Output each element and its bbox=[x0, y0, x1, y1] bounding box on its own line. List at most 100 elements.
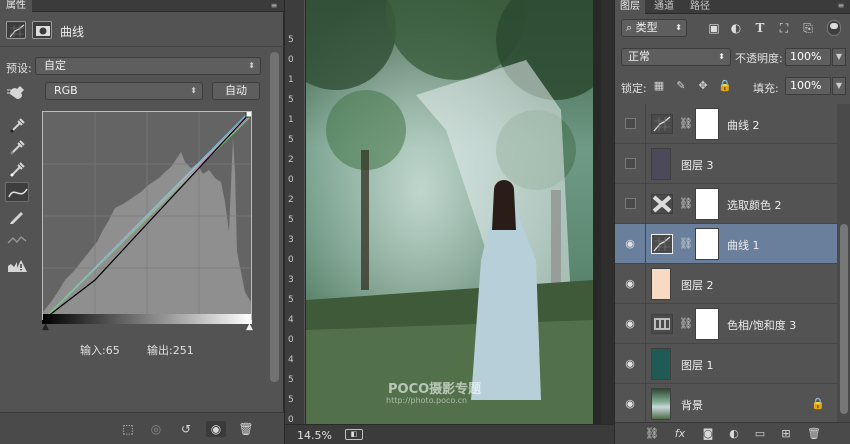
chevron-down-icon[interactable]: ▼ bbox=[832, 48, 846, 66]
visibility-eye-icon[interactable]: ◉ bbox=[623, 358, 637, 370]
opacity-input[interactable]: 100% bbox=[785, 48, 831, 66]
pixel-filter-icon[interactable]: ▣ bbox=[705, 19, 723, 37]
fill-input[interactable]: 100% bbox=[785, 77, 831, 95]
smooth-curve-icon[interactable] bbox=[5, 230, 29, 250]
layer-row[interactable]: 图层 3 bbox=[615, 144, 837, 184]
auto-button[interactable]: 自动 bbox=[212, 82, 260, 100]
clipping-warning-icon[interactable] bbox=[5, 256, 29, 276]
preset-dropdown[interactable]: 自定 ⬍ bbox=[35, 57, 261, 75]
layer-row[interactable]: ◉ 图层 1 bbox=[615, 344, 837, 384]
black-slider-icon[interactable]: ▲ bbox=[42, 322, 49, 332]
ruler-number: 0 bbox=[288, 175, 294, 185]
layer-thumbnail[interactable] bbox=[651, 348, 671, 380]
layer-row[interactable]: ◉ 图层 2 bbox=[615, 264, 837, 304]
on-image-adjust-icon[interactable] bbox=[5, 82, 29, 102]
hue-saturation-icon[interactable] bbox=[651, 314, 673, 334]
visibility-eye-icon[interactable]: ◉ bbox=[623, 278, 637, 290]
document-image[interactable]: POCO摄影专题 http://photo.poco.cn bbox=[306, 0, 593, 424]
white-point-eyedropper-icon[interactable] bbox=[5, 158, 29, 178]
reset-icon[interactable]: ↺ bbox=[176, 421, 196, 437]
zoom-level[interactable]: 14.5% bbox=[297, 429, 332, 442]
curve-edit-icon[interactable] bbox=[5, 182, 29, 202]
ruler-number: 3 bbox=[288, 275, 294, 285]
type-filter-icon[interactable]: T bbox=[751, 19, 769, 37]
lock-label: 锁定: bbox=[621, 82, 647, 95]
trash-icon[interactable]: 🗑 bbox=[236, 421, 256, 437]
gray-point-eyedropper-icon[interactable] bbox=[5, 136, 29, 156]
layer-row[interactable]: ◉ ⛓ 色相/饱和度 3 bbox=[615, 304, 837, 344]
scrollbar-thumb[interactable] bbox=[840, 224, 848, 414]
chevron-down-icon[interactable]: ▼ bbox=[832, 77, 846, 95]
filter-toggle[interactable] bbox=[827, 20, 841, 36]
layer-row[interactable]: ⛓ 曲线 2 bbox=[615, 104, 837, 144]
new-group-icon[interactable]: ▭ bbox=[751, 426, 769, 442]
clip-to-layer-icon[interactable]: ⬚ bbox=[118, 421, 138, 437]
lock-image-icon[interactable]: ✎ bbox=[673, 78, 689, 94]
mask-icon[interactable] bbox=[32, 21, 52, 39]
ruler-number: 5 bbox=[288, 375, 294, 385]
adjustment-filter-icon[interactable]: ◐ bbox=[727, 19, 745, 37]
visibility-toggle[interactable] bbox=[625, 198, 636, 209]
curves-adjustment-icon[interactable] bbox=[6, 21, 26, 39]
trash-icon[interactable]: 🗑 bbox=[805, 426, 823, 442]
panel-menu-icon[interactable]: ≡ bbox=[268, 1, 280, 11]
selective-color-icon[interactable] bbox=[651, 194, 673, 214]
ruler-number: 0 bbox=[288, 335, 294, 345]
lock-position-icon[interactable]: ✥ bbox=[695, 78, 711, 94]
view-previous-icon[interactable]: ◎ bbox=[146, 421, 166, 437]
black-point-eyedropper-icon[interactable] bbox=[5, 114, 29, 134]
layer-filter-dropdown[interactable]: ⌕ 类型 ⬍ bbox=[621, 19, 687, 37]
properties-scrollbar[interactable] bbox=[270, 52, 279, 382]
visibility-eye-icon[interactable]: ◉ bbox=[206, 421, 226, 437]
link-icon[interactable]: ⛓ bbox=[679, 116, 693, 132]
curves-icon[interactable] bbox=[651, 114, 673, 134]
tab-properties[interactable]: 属性 bbox=[0, 0, 32, 12]
ruler-number: 1 bbox=[288, 75, 294, 85]
link-layers-icon[interactable]: ⛓ bbox=[643, 426, 661, 442]
layer-mask-thumbnail[interactable] bbox=[695, 108, 719, 140]
add-mask-icon[interactable]: ◙ bbox=[699, 426, 717, 442]
visibility-eye-icon[interactable]: ◉ bbox=[623, 238, 637, 250]
layer-thumbnail[interactable] bbox=[651, 388, 671, 420]
fx-icon[interactable]: fx bbox=[671, 426, 689, 442]
new-adjustment-icon[interactable]: ◐ bbox=[725, 426, 743, 442]
scrollbar-thumb[interactable] bbox=[270, 52, 279, 382]
canvas-scrollbar[interactable] bbox=[601, 0, 614, 424]
tab-paths[interactable]: 路径 bbox=[685, 0, 715, 14]
white-slider-icon[interactable]: ▲ bbox=[246, 322, 253, 332]
layer-row[interactable]: ◉ ⛓ 曲线 1 bbox=[615, 224, 837, 264]
divider bbox=[645, 384, 646, 424]
layer-mask-thumbnail[interactable] bbox=[695, 308, 719, 340]
layer-row[interactable]: ◉ 背景 🔒 bbox=[615, 384, 837, 424]
link-icon[interactable]: ⛓ bbox=[679, 316, 693, 332]
curve-control-point[interactable] bbox=[245, 110, 253, 118]
link-icon[interactable]: ⛓ bbox=[679, 196, 693, 212]
watermark: POCO摄影专题 bbox=[388, 382, 482, 397]
layer-thumbnail[interactable] bbox=[651, 268, 671, 300]
tab-layers[interactable]: 图层 bbox=[615, 0, 645, 14]
layer-mask-thumbnail[interactable] bbox=[695, 188, 719, 220]
document-info-icon[interactable]: ◧ bbox=[345, 429, 363, 440]
panel-menu-icon[interactable]: ≡ bbox=[835, 1, 847, 11]
lock-all-icon[interactable]: 🔒 bbox=[717, 78, 733, 94]
pencil-icon[interactable] bbox=[5, 206, 29, 226]
channel-dropdown[interactable]: RGB ⬍ bbox=[45, 82, 203, 100]
visibility-toggle[interactable] bbox=[625, 118, 636, 129]
layers-scrollbar[interactable] bbox=[837, 104, 850, 422]
shape-filter-icon[interactable]: ⛶ bbox=[775, 19, 793, 37]
link-icon[interactable]: ⛓ bbox=[679, 236, 693, 252]
lock-transparency-icon[interactable]: ▦ bbox=[651, 78, 667, 94]
visibility-toggle[interactable] bbox=[625, 158, 636, 169]
blend-mode-dropdown[interactable]: 正常 ⬍ bbox=[621, 48, 731, 66]
tab-channels[interactable]: 通道 bbox=[649, 0, 679, 14]
visibility-eye-icon[interactable]: ◉ bbox=[623, 398, 637, 410]
new-layer-icon[interactable]: ⊞ bbox=[777, 426, 795, 442]
curves-icon[interactable] bbox=[651, 234, 673, 254]
curves-graph[interactable] bbox=[41, 110, 253, 322]
layer-row[interactable]: ⛓ 选取颜色 2 bbox=[615, 184, 837, 224]
visibility-eye-icon[interactable]: ◉ bbox=[623, 318, 637, 330]
layer-mask-thumbnail[interactable] bbox=[695, 228, 719, 260]
smart-object-filter-icon[interactable]: ⎘ bbox=[799, 19, 817, 37]
layer-thumbnail[interactable] bbox=[651, 148, 671, 180]
chevron-updown-icon: ⬍ bbox=[718, 52, 725, 61]
